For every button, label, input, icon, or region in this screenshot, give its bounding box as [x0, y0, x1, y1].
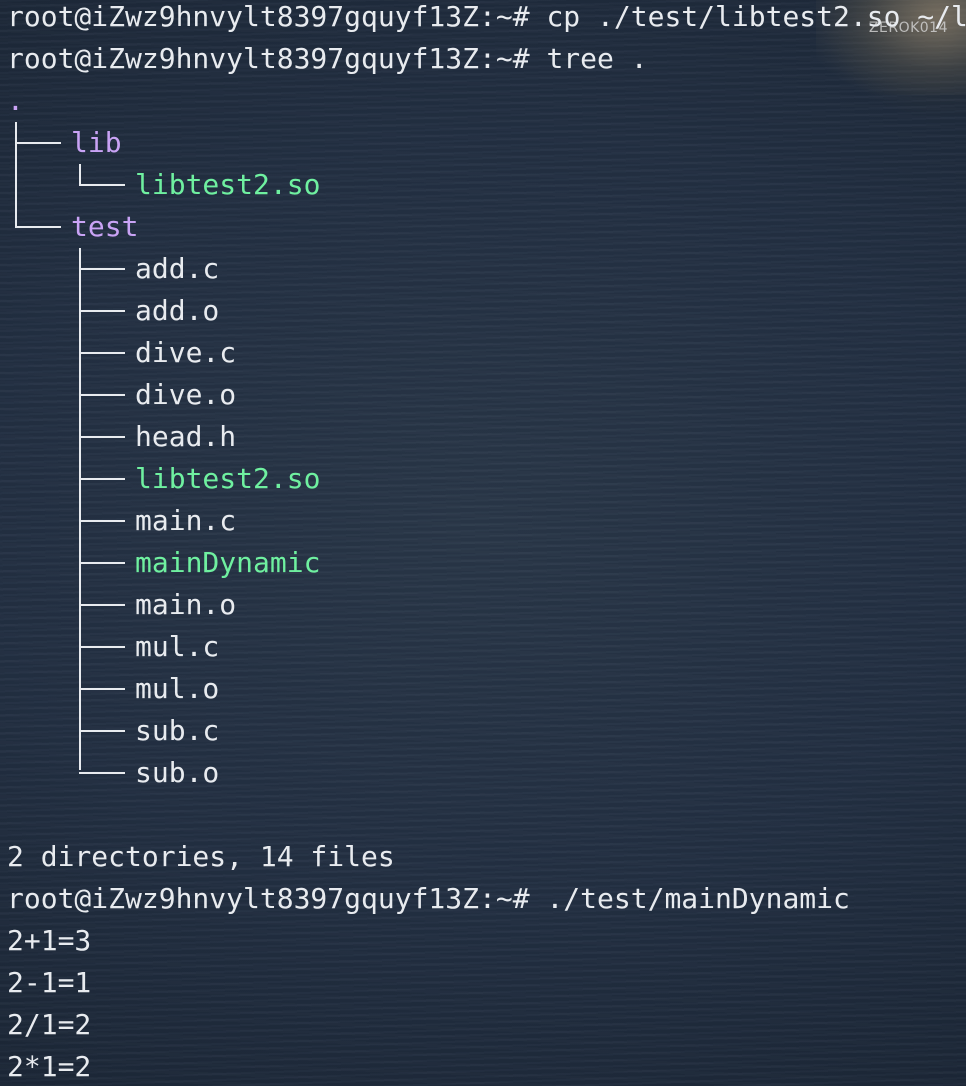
program-output-line: 2*1=2 [7, 1050, 92, 1083]
tree-branch-test-file [79, 688, 125, 690]
tree-file-test-add-c: add.c [135, 252, 220, 285]
tree-file-test-mul-c: mul.c [135, 630, 220, 663]
tree-summary: 2 directories, 14 files [7, 840, 395, 873]
tree-file-test-libtest2-so: libtest2.so [135, 462, 321, 495]
tree-branch-test-file [79, 646, 125, 648]
tree-branch-test-file [79, 310, 125, 312]
terminal-line-run: root@iZwz9hnvylt8397gquyf13Z:~# ./test/m… [7, 882, 850, 915]
tree-branch-test-file [79, 478, 125, 480]
tree-branch-root-vertical [15, 122, 17, 228]
terminal-window[interactable]: root@iZwz9hnvylt8397gquyf13Z:~# cp ./tes… [7, 0, 966, 1086]
tree-branch-test-file [79, 352, 125, 354]
tree-branch-test-file [79, 394, 125, 396]
tree-file-test-maindynamic: mainDynamic [135, 546, 321, 579]
tree-file-test-main-c: main.c [135, 504, 237, 537]
tree-branch-test [15, 226, 61, 228]
tree-file-test-mul-o: mul.o [135, 672, 220, 705]
tree-file-test-dive-o: dive.o [135, 378, 237, 411]
terminal-line-tree: root@iZwz9hnvylt8397gquyf13Z:~# tree . [7, 42, 648, 75]
tree-file-test-dive-c: dive.c [135, 336, 237, 369]
tree-branch-lib-vertical [79, 164, 81, 186]
tree-dir-lib: lib [71, 126, 122, 159]
tree-dir-test: test [71, 210, 139, 243]
program-output-line: 2/1=2 [7, 1008, 92, 1041]
program-output-line: 2-1=1 [7, 966, 92, 999]
tree-branch-test-file [79, 268, 125, 270]
tree-branch-test-file [79, 604, 125, 606]
tree-branch-test-file [79, 520, 125, 522]
tree-file-lib-libtest2: libtest2.so [135, 168, 321, 201]
tree-branch-test-file [79, 772, 125, 774]
tree-branch-test-file [79, 730, 125, 732]
tree-root: . [7, 84, 24, 117]
tree-file-test-head-h: head.h [135, 420, 237, 453]
tree-file-test-add-o: add.o [135, 294, 220, 327]
tree-file-test-main-o: main.o [135, 588, 237, 621]
tree-branch-test-file [79, 436, 125, 438]
tree-branch-test-vertical [79, 248, 81, 770]
tree-file-test-sub-o: sub.o [135, 756, 220, 789]
tree-branch-lib-file [79, 184, 125, 186]
tree-branch-lib [15, 142, 61, 144]
tree-file-test-sub-c: sub.c [135, 714, 220, 747]
program-output-line: 2+1=3 [7, 924, 92, 957]
tree-branch-test-file [79, 562, 125, 564]
terminal-line-cp: root@iZwz9hnvylt8397gquyf13Z:~# cp ./tes… [7, 0, 966, 33]
